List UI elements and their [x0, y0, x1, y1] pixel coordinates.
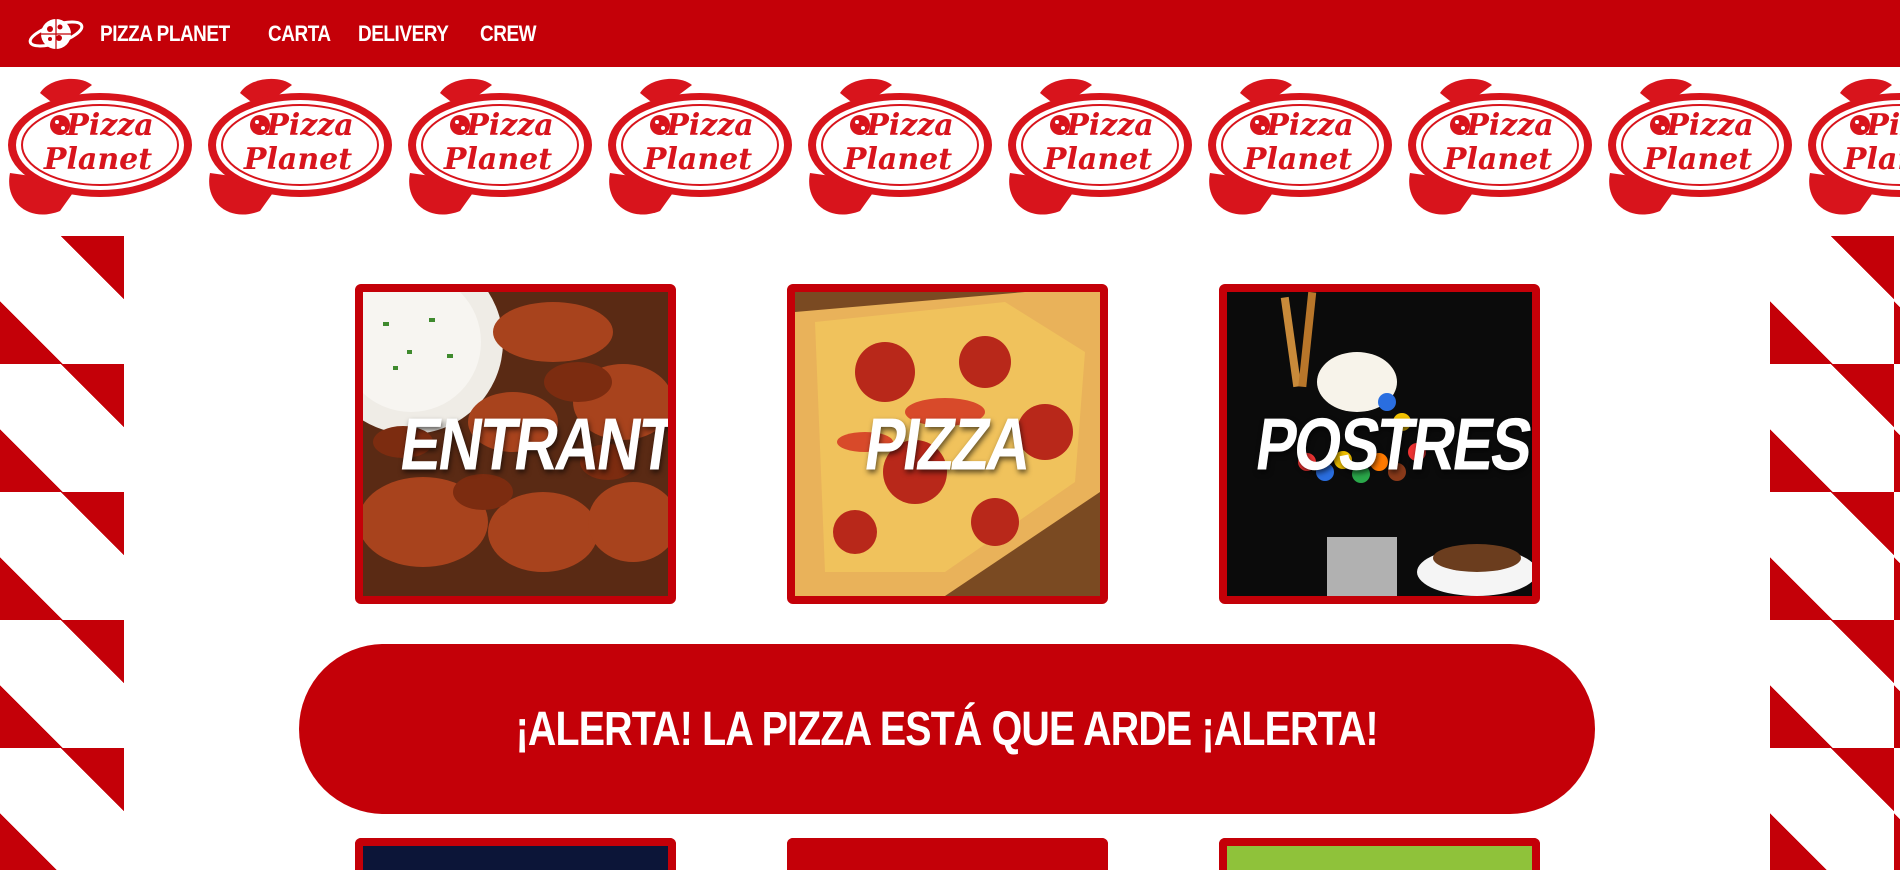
svg-text:Pizza: Pizza — [1265, 108, 1353, 143]
pizza-planet-banner-logo: PizzaPlanet — [1800, 73, 1900, 221]
pizza-planet-banner-logo: PizzaPlanet — [600, 73, 800, 221]
svg-text:Planet: Planet — [1443, 142, 1552, 177]
alert-banner: ¡ALERTA! LA PIZZA ESTÁ QUE ARDE ¡ALERTA! — [299, 644, 1595, 814]
svg-text:Pizza: Pizza — [1465, 108, 1553, 143]
pizza-planet-banner-logo: PizzaPlanet — [1400, 73, 1600, 221]
svg-text:Pizza: Pizza — [265, 108, 353, 143]
svg-text:Planet: Planet — [1643, 142, 1752, 177]
bottom-card-space[interactable] — [355, 838, 676, 870]
svg-text:Pizza: Pizza — [465, 108, 553, 143]
pizza-planet-logo-banner: Pizza Planet Pizza Planet Pizza Planet Pizza Pl… — [0, 67, 1900, 227]
category-title-entrantes: ENTRANTES — [395, 402, 676, 486]
nav-link-pizza-planet[interactable]: PIZZA PLANET — [100, 21, 230, 47]
svg-text:Planet: Planet — [43, 142, 152, 177]
category-card-pizza[interactable]: PIZZA — [787, 284, 1108, 604]
svg-text:Planet: Planet — [1243, 142, 1352, 177]
svg-text:Pizza: Pizza — [1065, 108, 1153, 143]
svg-text:Pizza: Pizza — [1865, 108, 1900, 143]
pizza-planet-banner-logo: PizzaPlanet — [1000, 73, 1200, 221]
svg-text:Pizza: Pizza — [65, 108, 153, 143]
category-card-entrantes[interactable]: ENTRANTES — [355, 284, 676, 604]
right-checker-border — [1770, 236, 1900, 870]
svg-text:Planet: Planet — [243, 142, 352, 177]
pizza-planet-banner-logo: PizzaPlanet — [400, 73, 600, 221]
svg-text:Planet: Planet — [1843, 142, 1900, 177]
pizza-planet-banner-logo: PizzaPlanet — [1600, 73, 1800, 221]
top-navigation-bar: PIZZA PLANET CARTA DELIVERY CREW — [0, 0, 1900, 67]
left-checker-border — [0, 236, 124, 870]
svg-text:Planet: Planet — [843, 142, 952, 177]
nav-link-crew[interactable]: CREW — [480, 21, 537, 47]
svg-text:Planet: Planet — [643, 142, 752, 177]
svg-text:Pizza: Pizza — [665, 108, 753, 143]
svg-text:Planet: Planet — [443, 142, 552, 177]
pizza-planet-banner-logo: PizzaPlanet — [0, 73, 200, 221]
category-title-pizza: PIZZA — [860, 402, 1035, 486]
svg-text:Planet: Planet — [1043, 142, 1152, 177]
pizza-planet-banner-logo: PizzaPlanet — [800, 73, 1000, 221]
svg-text:Pizza: Pizza — [865, 108, 953, 143]
svg-text:Pizza: Pizza — [1665, 108, 1753, 143]
bottom-card-red[interactable] — [787, 838, 1108, 870]
category-title-postres: POSTRES — [1251, 402, 1536, 486]
nav-link-carta[interactable]: CARTA — [268, 21, 331, 47]
alert-text: ¡ALERTA! LA PIZZA ESTÁ QUE ARDE ¡ALERTA! — [515, 702, 1379, 756]
nav-link-delivery[interactable]: DELIVERY — [358, 21, 449, 47]
planet-pizza-logo-icon[interactable] — [26, 12, 86, 56]
pizza-planet-banner-logo: PizzaPlanet — [1200, 73, 1400, 221]
pizza-planet-banner-logo: PizzaPlanet — [200, 73, 400, 221]
bottom-card-aliens[interactable] — [1219, 838, 1540, 870]
category-card-postres[interactable]: POSTRES — [1219, 284, 1540, 604]
